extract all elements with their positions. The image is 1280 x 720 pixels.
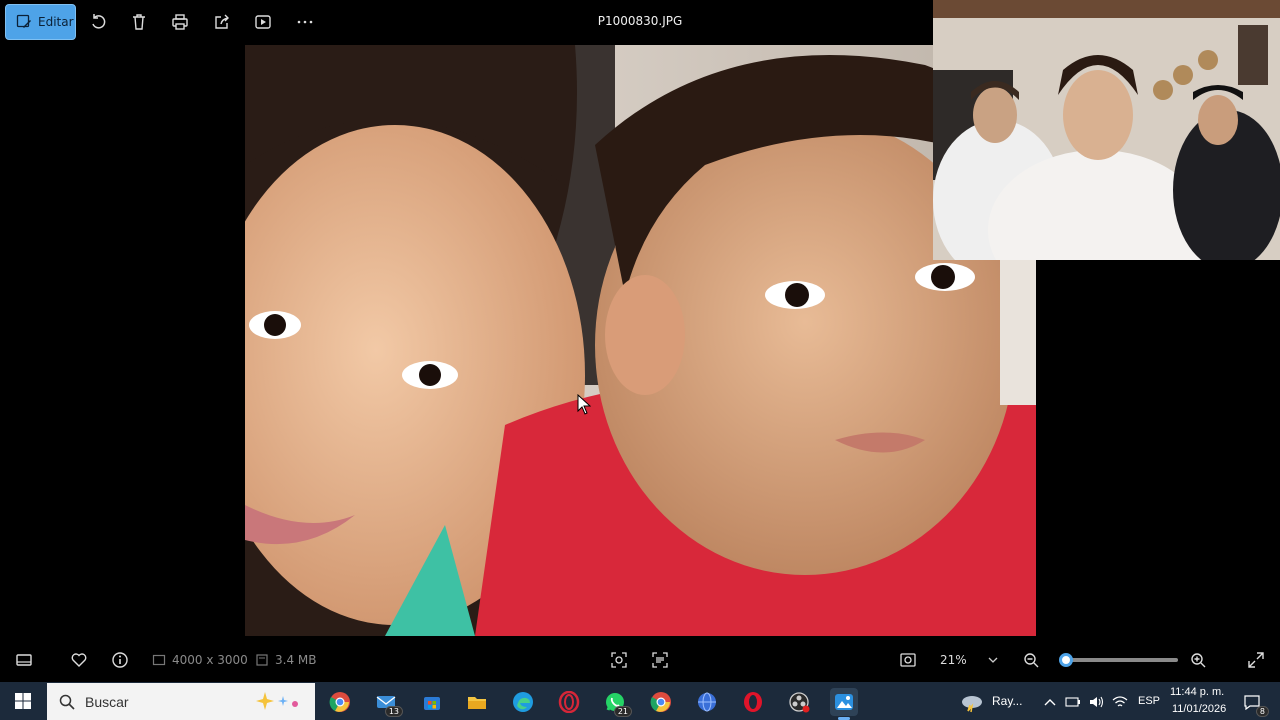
weather-label[interactable]: Ray... (992, 694, 1022, 708)
dimensions-icon (152, 654, 166, 666)
clock-date[interactable]: 11/01/2026 (1172, 703, 1226, 715)
volume-icon[interactable] (1085, 688, 1109, 716)
file-explorer-icon[interactable] (463, 688, 491, 716)
mouse-cursor-icon (577, 393, 592, 420)
store-icon[interactable] (418, 688, 446, 716)
weather-icon[interactable] (958, 688, 986, 716)
visual-search-icon[interactable] (608, 649, 630, 671)
print-icon[interactable] (169, 11, 191, 33)
zoom-slider-thumb[interactable] (1058, 653, 1073, 667)
file-size-icon (256, 654, 268, 666)
mail-icon[interactable]: 13 (372, 688, 403, 717)
taskbar-search-box[interactable]: Buscar (47, 683, 315, 720)
opera-gx-icon[interactable] (555, 688, 583, 716)
notifications-icon[interactable]: 8 (1238, 688, 1269, 717)
language-indicator[interactable]: ESP (1138, 695, 1160, 707)
image-dimensions-value: 4000 x 3000 (172, 653, 248, 667)
obs-recorder-icon[interactable] (785, 688, 813, 716)
chevron-up-icon[interactable] (1038, 688, 1062, 716)
file-title: P1000830.JPG (597, 14, 683, 28)
zoom-slider[interactable] (1058, 653, 1178, 667)
edit-image-icon (16, 14, 31, 28)
zoom-in-icon[interactable] (1187, 649, 1209, 671)
file-size-value: 3.4 MB (275, 653, 317, 667)
chrome-profile-icon[interactable] (647, 688, 675, 716)
search-placeholder: Buscar (85, 693, 129, 710)
search-icon (59, 694, 75, 710)
info-icon[interactable] (109, 649, 131, 671)
notification-count: 8 (1255, 706, 1269, 717)
rotate-icon[interactable] (87, 11, 109, 33)
clock-time[interactable]: 11:44 p. m. (1170, 686, 1224, 698)
photos-app-icon[interactable] (830, 688, 858, 720)
zoom-level-dropdown[interactable]: 21% (930, 646, 1008, 674)
search-highlight-icon (256, 692, 298, 710)
edit-button[interactable]: Editar (5, 4, 76, 40)
whatsapp-icon[interactable]: 21 (601, 688, 632, 717)
fit-to-window-icon[interactable] (897, 649, 919, 671)
fullscreen-icon[interactable] (1245, 649, 1267, 671)
edit-button-label: Editar (38, 15, 74, 29)
whatsapp-badge: 21 (613, 706, 632, 717)
edge-icon[interactable] (509, 688, 537, 716)
chevron-down-icon (988, 657, 998, 663)
zoom-level-value: 21% (940, 653, 967, 667)
image-dimensions: 4000 x 3000 (152, 653, 248, 667)
mail-badge: 13 (384, 706, 403, 717)
chrome-icon[interactable] (326, 688, 354, 716)
share-icon[interactable] (211, 11, 233, 33)
filmstrip-icon[interactable] (13, 649, 35, 671)
text-scan-icon[interactable] (649, 649, 671, 671)
more-icon[interactable] (294, 11, 316, 33)
browser-globe-icon[interactable] (693, 688, 721, 716)
windows-start-icon[interactable] (9, 687, 37, 715)
favorite-heart-icon[interactable] (68, 649, 90, 671)
webcam-overlay (933, 0, 1280, 260)
opera-icon[interactable] (739, 688, 767, 716)
photos-app-window: Editar P1000830.JPG 4000 x 3000 3.4 MB 2… (0, 0, 1280, 682)
battery-icon[interactable] (1061, 688, 1085, 716)
delete-icon[interactable] (128, 11, 150, 33)
zoom-out-icon[interactable] (1020, 649, 1042, 671)
photo-viewer-image[interactable] (245, 45, 1036, 636)
file-size: 3.4 MB (255, 653, 316, 667)
slideshow-icon[interactable] (252, 11, 274, 33)
wifi-icon[interactable] (1108, 688, 1132, 716)
